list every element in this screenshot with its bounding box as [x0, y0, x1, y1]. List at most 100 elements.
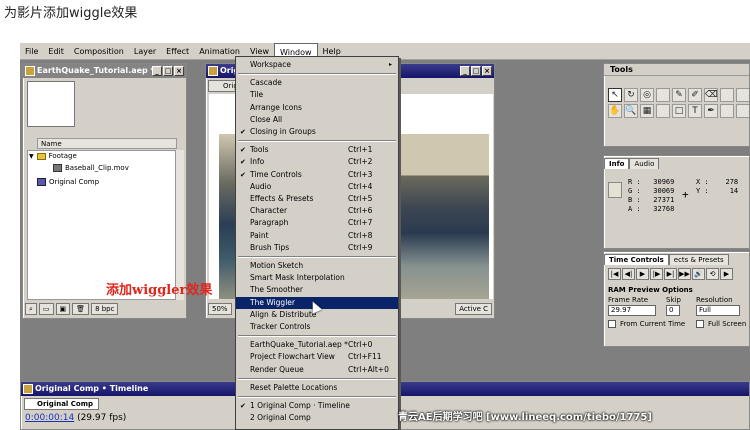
new-folder-icon[interactable]: ▭	[38, 303, 54, 315]
timeline-tab[interactable]: Original Comp	[24, 398, 99, 410]
menu-item[interactable]: Closing in Groups ✔	[236, 126, 398, 138]
playback-button-icon[interactable]: ▶	[636, 268, 649, 280]
project-titlebar[interactable]: EarthQuake_Tutorial.aep * _ □ ×	[23, 64, 186, 78]
list-item[interactable]: ▼ Footage	[29, 152, 77, 160]
menu-item[interactable]: Info ✔ Ctrl+2	[236, 156, 398, 168]
close-button[interactable]: ×	[482, 66, 492, 76]
find-icon[interactable]: ⌕	[25, 303, 37, 315]
menu-separator	[238, 335, 396, 338]
menu-item-label: Workspace	[250, 60, 291, 69]
playback-button-icon[interactable]: ▶▶	[678, 268, 691, 280]
menu-item[interactable]: Render Queue Ctrl+Alt+0	[236, 364, 398, 376]
menu-item[interactable]: 2 Original Comp	[236, 412, 398, 424]
menu-item[interactable]: Close All	[236, 114, 398, 126]
tool-button-icon[interactable]: T	[688, 104, 702, 118]
tool-button-icon[interactable]: 🔍	[624, 104, 638, 118]
playback-button-icon[interactable]: ▶	[720, 268, 733, 280]
view-dropdown[interactable]: Active C	[455, 303, 492, 315]
close-button[interactable]: ×	[174, 66, 184, 76]
menu-item[interactable]: Project Flowchart View Ctrl+F11	[236, 351, 398, 363]
project-item-list[interactable]	[27, 150, 177, 300]
menu-item[interactable]: Workspace ▸	[236, 59, 398, 71]
menu-layer[interactable]: Layer	[129, 43, 161, 60]
timecode-display[interactable]: 0:00:00:14 (29.97 fps)	[25, 413, 126, 423]
tab-time-controls[interactable]: Time Controls	[604, 254, 669, 265]
playback-buttons: |◀ ◀| ▶ |▶ ▶| ▶▶ 🔊 ⟲ ▶	[608, 268, 733, 280]
menu-item[interactable]: Brush Tips Ctrl+9	[236, 242, 398, 254]
menu-item[interactable]: Character Ctrl+6	[236, 205, 398, 217]
list-item[interactable]: Original Comp	[37, 178, 99, 186]
skip-input[interactable]: 0	[666, 305, 680, 316]
tool-button-icon[interactable]	[720, 88, 734, 102]
menu-item[interactable]: The Smoother	[236, 284, 398, 296]
menu-item-shortcut: Ctrl+4	[348, 181, 373, 191]
tool-button-icon[interactable]: □	[672, 104, 686, 118]
tool-button-icon[interactable]: ⌫	[704, 88, 718, 102]
menu-item[interactable]: EarthQuake_Tutorial.aep * Ctrl+0	[236, 339, 398, 351]
resolution-select[interactable]: Full	[696, 305, 740, 316]
menu-item[interactable]: Motion Sketch	[236, 260, 398, 272]
tab-info[interactable]: Info	[604, 158, 630, 169]
zoom-dropdown[interactable]: 50%	[208, 303, 232, 315]
menu-effect[interactable]: Effect	[161, 43, 194, 60]
tool-button-icon[interactable]	[656, 104, 670, 118]
menu-item[interactable]: Effects & Presets Ctrl+5	[236, 193, 398, 205]
tools-panel-header[interactable]: Tools	[604, 64, 749, 76]
tool-button-icon[interactable]: ◎	[640, 88, 654, 102]
tool-button-icon[interactable]	[736, 104, 749, 118]
menu-item[interactable]: Time Controls ✔ Ctrl+3	[236, 169, 398, 181]
tool-button-icon[interactable]: ▦	[640, 104, 654, 118]
tool-button-icon[interactable]: ✋	[608, 104, 622, 118]
menu-composition[interactable]: Composition	[69, 43, 129, 60]
tool-button-icon[interactable]	[656, 88, 670, 102]
menu-separator	[238, 256, 396, 258]
maximize-button[interactable]: □	[163, 66, 173, 76]
playback-button-icon[interactable]: ◀|	[622, 268, 635, 280]
menu-item-shortcut: Ctrl+F11	[348, 352, 382, 362]
tool-button-icon[interactable]: ↖	[608, 88, 622, 102]
frame-rate-select[interactable]: 29.97	[608, 305, 656, 316]
new-comp-icon[interactable]: ▣	[55, 303, 71, 315]
playback-button-icon[interactable]: |◀	[608, 268, 621, 280]
menu-item[interactable]: 1 Original Comp · Timeline ✔	[236, 400, 398, 412]
menu-item[interactable]: Cascade	[236, 77, 398, 89]
menu-edit[interactable]: Edit	[43, 43, 69, 60]
tool-button-icon[interactable]: ✒	[704, 104, 718, 118]
menu-item[interactable]: Smart Mask Interpolation	[236, 272, 398, 284]
minimize-button[interactable]: _	[152, 66, 162, 76]
tool-button-icon[interactable]: ↻	[624, 88, 638, 102]
menu-item[interactable]: Tools ✔ Ctrl+1	[236, 144, 398, 156]
menu-item[interactable]: Audio Ctrl+4	[236, 181, 398, 193]
menu-item[interactable]: Paragraph Ctrl+7	[236, 217, 398, 229]
playback-button-icon[interactable]: 🔊	[692, 268, 705, 280]
bpc-button[interactable]: 8 bpc	[91, 303, 119, 315]
tab-effects-presets[interactable]: ects & Presets	[668, 254, 729, 265]
menu-item[interactable]: Tile	[236, 89, 398, 101]
playback-button-icon[interactable]: ⟲	[706, 268, 719, 280]
from-current-time-checkbox[interactable]	[608, 320, 616, 328]
menu-item[interactable]: Paint Ctrl+8	[236, 230, 398, 242]
full-screen-checkbox[interactable]	[696, 320, 704, 328]
menu-item[interactable]: Arrange Icons	[236, 102, 398, 114]
project-bottom-bar: ⌕ ▭ ▣ 🗑 8 bpc	[25, 302, 184, 316]
menu-item[interactable]: Tracker Controls	[236, 321, 398, 333]
menu-item-label: Project Flowchart View	[250, 352, 335, 362]
tab-audio[interactable]: Audio	[629, 158, 660, 169]
menu-item[interactable]: Reset Palette Locations	[236, 382, 398, 394]
tool-button-icon[interactable]: ✐	[688, 88, 702, 102]
playback-button-icon[interactable]: |▶	[650, 268, 663, 280]
maximize-button[interactable]: □	[471, 66, 481, 76]
tool-button-icon[interactable]: ✎	[672, 88, 686, 102]
timecode-value[interactable]: 0:00:00:14	[25, 413, 74, 423]
list-item[interactable]: Baseball_Clip.mov	[53, 164, 129, 172]
column-header-name[interactable]: Name	[37, 138, 177, 149]
project-scrollbar[interactable]	[175, 150, 184, 300]
trash-icon[interactable]: 🗑	[72, 303, 90, 315]
twirl-down-icon[interactable]: ▼	[29, 153, 34, 160]
tool-button-icon[interactable]	[720, 104, 734, 118]
tool-button-icon[interactable]	[736, 88, 749, 102]
playback-button-icon[interactable]: ▶|	[664, 268, 677, 280]
minimize-button[interactable]: _	[460, 66, 470, 76]
menu-separator	[238, 396, 396, 398]
menu-file[interactable]: File	[20, 43, 43, 60]
